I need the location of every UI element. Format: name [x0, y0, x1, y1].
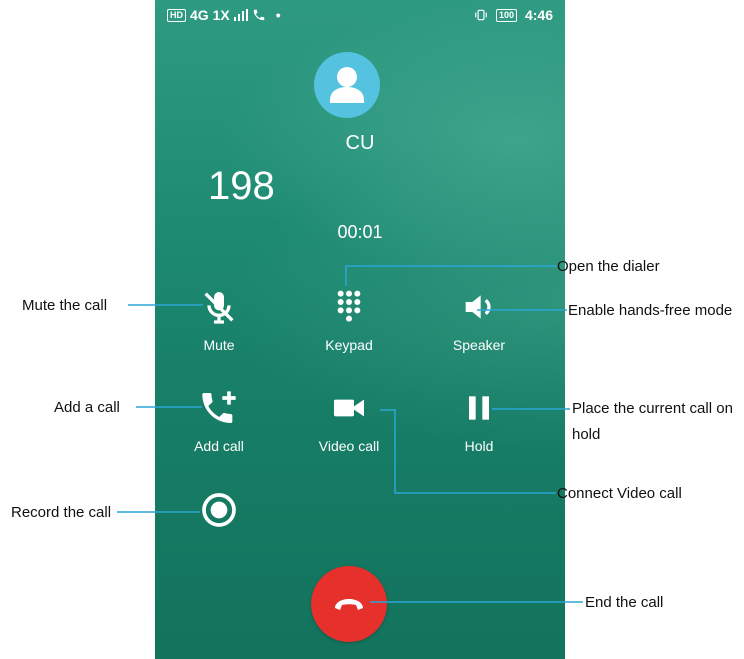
- record-button[interactable]: [159, 490, 279, 530]
- person-icon: [330, 67, 364, 103]
- phone-number: 198: [208, 164, 275, 208]
- video-call-button[interactable]: Video call: [289, 388, 409, 454]
- annotation-record: Record the call: [11, 504, 112, 521]
- annotation-video: Connect Video call: [557, 485, 682, 502]
- signal-icon: [233, 9, 248, 21]
- hd-badge: HD: [167, 8, 186, 22]
- contact-avatar: [314, 52, 380, 118]
- keypad-button[interactable]: Keypad: [289, 287, 409, 353]
- status-left: HD 4G 1X •: [167, 7, 281, 23]
- video-call-label: Video call: [318, 438, 380, 454]
- hold-button[interactable]: Hold: [419, 388, 539, 454]
- phone-status-icon: [253, 9, 264, 21]
- call-screen: HD 4G 1X • 100 4:46 CU 198 00:01 Mute Ke…: [155, 0, 565, 659]
- record-icon: [202, 493, 236, 527]
- speaker-button[interactable]: Speaker: [419, 287, 539, 353]
- keypad-label: Keypad: [325, 337, 373, 353]
- call-timer: 00:01: [337, 222, 383, 242]
- battery-icon: 100: [495, 8, 517, 22]
- notification-dot-icon: •: [275, 7, 281, 23]
- video-icon: [334, 399, 364, 417]
- mic-off-icon: [204, 292, 234, 324]
- annotation-keypad: Open the dialer: [557, 258, 660, 275]
- contact-name: CU: [345, 132, 375, 154]
- mute-label: Mute: [203, 337, 235, 353]
- annotation-hold-1: Place the current call on: [572, 400, 733, 417]
- status-bar: HD 4G 1X • 100 4:46: [155, 0, 565, 30]
- pause-icon: [469, 396, 489, 420]
- status-right: 100 4:46: [474, 7, 553, 23]
- annotation-mute: Mute the call: [22, 297, 108, 314]
- vibrate-icon: [475, 9, 487, 21]
- annotation-end: End the call: [585, 594, 664, 611]
- speaker-label: Speaker: [452, 337, 506, 353]
- keypad-icon: [337, 290, 361, 322]
- mute-button[interactable]: Mute: [159, 287, 279, 353]
- network-label: 4G 1X: [190, 7, 230, 23]
- end-call-icon: [335, 599, 363, 610]
- add-call-label: Add call: [194, 438, 244, 454]
- add-call-icon: [202, 391, 236, 423]
- end-call-button[interactable]: [311, 566, 387, 642]
- annotation-speaker: Enable hands-free mode: [568, 302, 733, 319]
- add-call-button[interactable]: Add call: [159, 388, 279, 454]
- time: 4:46: [524, 7, 553, 23]
- annotation-add-call: Add a call: [54, 399, 120, 416]
- speaker-icon: [465, 295, 491, 319]
- hold-label: Hold: [464, 438, 494, 454]
- annotation-hold-2: hold: [572, 426, 601, 443]
